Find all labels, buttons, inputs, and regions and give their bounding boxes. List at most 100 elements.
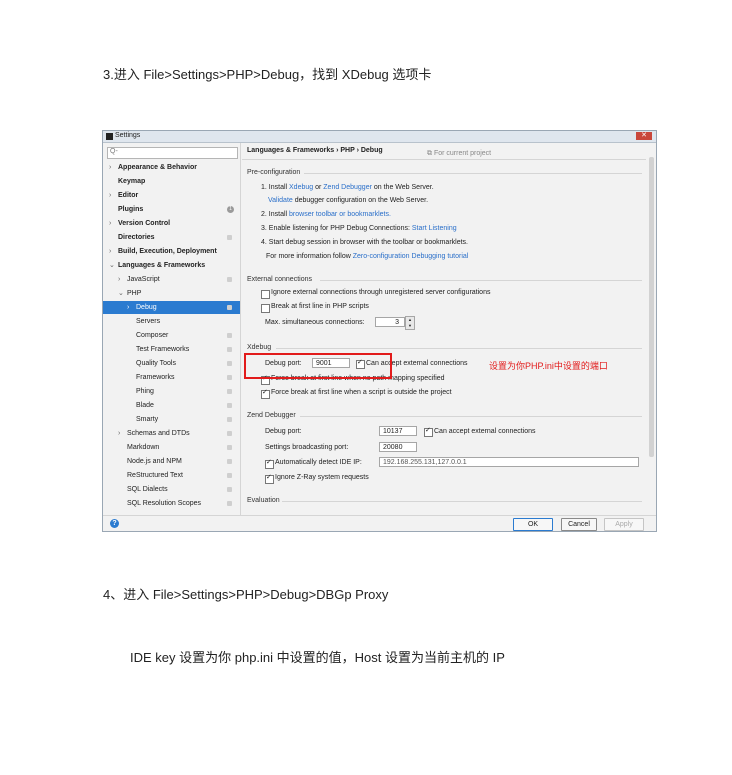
- preconfig-more: For more information follow Zero-configu…: [266, 253, 469, 260]
- zend-accept-checkbox[interactable]: [424, 426, 433, 437]
- sidebar-item-composer[interactable]: Composer: [103, 329, 240, 342]
- sidebar-item-label: Directories: [118, 234, 155, 241]
- sidebar-item-editor[interactable]: › Editor: [103, 189, 240, 202]
- zend-title: Zend Debugger: [247, 412, 296, 419]
- dialog-footer: ? OK Cancel Apply: [103, 515, 656, 531]
- sidebar-item-label: Frameworks: [136, 374, 175, 381]
- zend-debugger-link[interactable]: Zend Debugger: [323, 184, 372, 191]
- sidebar-item-smarty[interactable]: Smarty: [103, 413, 240, 426]
- toolbar-link[interactable]: browser toolbar or bookmarklets.: [289, 211, 391, 218]
- ok-button[interactable]: OK: [513, 518, 553, 531]
- close-button[interactable]: ✕: [636, 132, 652, 140]
- broadcast-port-input[interactable]: 20080: [379, 442, 417, 452]
- window-title: Settings: [115, 132, 141, 139]
- zend-port-label: Debug port:: [265, 428, 302, 435]
- sidebar-item-node-js-and-npm[interactable]: Node.js and NPM: [103, 455, 240, 468]
- sidebar-item-markdown[interactable]: Markdown: [103, 441, 240, 454]
- external-title: External connections: [247, 276, 312, 283]
- ide-ip-input[interactable]: 192.168.255.131,127.0.0.1: [379, 457, 639, 467]
- search-input[interactable]: Q-: [107, 147, 238, 159]
- preconfig-step3: 3. Enable listening for PHP Debug Connec…: [261, 225, 457, 232]
- sidebar-item-schemas-and-dtds[interactable]: › Schemas and DTDs: [103, 427, 240, 440]
- project-scope-icon: [227, 431, 232, 436]
- evaluation-title: Evaluation: [247, 497, 280, 504]
- sidebar-item-debug[interactable]: › Debug: [103, 301, 240, 314]
- chevron-right-icon[interactable]: ›: [109, 217, 111, 230]
- ignore-zray-checkbox[interactable]: [265, 473, 274, 484]
- apply-button[interactable]: Apply: [604, 518, 644, 531]
- sidebar-item-test-frameworks[interactable]: Test Frameworks: [103, 343, 240, 356]
- project-scope-icon: [227, 305, 232, 310]
- sidebar-item-label: Phing: [136, 388, 154, 395]
- cancel-button[interactable]: Cancel: [561, 518, 597, 531]
- sidebar-item-label: Build, Execution, Deployment: [118, 248, 217, 255]
- max-connections-spinner[interactable]: ▲ ▼: [405, 316, 415, 330]
- sidebar-item-keymap[interactable]: Keymap: [103, 175, 240, 188]
- chevron-right-icon[interactable]: ›: [118, 273, 120, 286]
- sidebar-item-label: Servers: [136, 318, 161, 325]
- chevron-right-icon[interactable]: ›: [109, 189, 111, 202]
- preconfig-title: Pre-configuration: [247, 169, 301, 176]
- sidebar-item-label: Node.js and NPM: [127, 458, 182, 465]
- sidebar-item-label: Keymap: [118, 178, 146, 185]
- sidebar-item-label: ReStructured Text: [127, 472, 183, 479]
- sidebar-item-sql-dialects[interactable]: SQL Dialects: [103, 483, 240, 496]
- project-scope-icon: [227, 417, 232, 422]
- validate-link[interactable]: Validate: [268, 197, 293, 204]
- window-titlebar: Settings ✕: [103, 131, 656, 143]
- sidebar-item-label: Composer: [136, 332, 169, 339]
- sidebar-item-label: Debug: [136, 304, 157, 311]
- max-connections-label: Max. simultaneous connections:: [265, 319, 365, 326]
- max-connections-input[interactable]: 3: [375, 317, 405, 327]
- debug-port-highlight: [244, 353, 392, 379]
- project-scope-icon: [227, 473, 232, 478]
- chevron-down-icon[interactable]: ⌄: [118, 287, 124, 300]
- project-scope-icon: [227, 347, 232, 352]
- sidebar-item-frameworks[interactable]: Frameworks: [103, 371, 240, 384]
- project-scope-icon: [227, 333, 232, 338]
- project-scope-icon: [227, 235, 232, 240]
- help-button[interactable]: ?: [110, 519, 119, 528]
- project-scope-icon: [227, 403, 232, 408]
- sidebar-item-sql-resolution-scopes[interactable]: SQL Resolution Scopes: [103, 497, 240, 510]
- tutorial-link[interactable]: Zero-configuration Debugging tutorial: [353, 253, 469, 260]
- sidebar-item-version-control[interactable]: › Version Control: [103, 217, 240, 230]
- sidebar-item-label: Blade: [136, 402, 154, 409]
- preconfig-step4: 4. Start debug session in browser with t…: [261, 239, 468, 246]
- break-first-line-checkbox[interactable]: [261, 304, 270, 313]
- sidebar-item-servers[interactable]: Servers: [103, 315, 240, 328]
- auto-ip-checkbox[interactable]: [265, 458, 274, 469]
- scrollbar[interactable]: [649, 157, 654, 457]
- sidebar-item-php[interactable]: ⌄ PHP: [103, 287, 240, 300]
- sidebar-item-appearance-behavior[interactable]: › Appearance & Behavior: [103, 161, 240, 174]
- project-scope-icon: [227, 389, 232, 394]
- start-listening-link[interactable]: Start Listening: [412, 225, 457, 232]
- sidebar-item-quality-tools[interactable]: Quality Tools: [103, 357, 240, 370]
- ignore-external-checkbox[interactable]: [261, 290, 270, 299]
- chevron-right-icon[interactable]: ›: [109, 245, 111, 258]
- project-scope-icon: [227, 501, 232, 506]
- sidebar-item-label: Test Frameworks: [136, 346, 190, 353]
- chevron-right-icon[interactable]: ›: [127, 301, 129, 314]
- project-scope-icon: [227, 459, 232, 464]
- sidebar-item-phing[interactable]: Phing: [103, 385, 240, 398]
- zend-port-input[interactable]: 10137: [379, 426, 417, 436]
- sidebar-item-plugins[interactable]: Plugins 1: [103, 203, 240, 216]
- sidebar-item-build-execution-deployment[interactable]: › Build, Execution, Deployment: [103, 245, 240, 258]
- sidebar-item-languages-frameworks[interactable]: ⌄ Languages & Frameworks: [103, 259, 240, 272]
- sidebar-item-label: Languages & Frameworks: [118, 262, 206, 269]
- sidebar-item-blade[interactable]: Blade: [103, 399, 240, 412]
- sidebar-item-directories[interactable]: Directories: [103, 231, 240, 244]
- force-break-outside-checkbox[interactable]: [261, 388, 270, 399]
- project-scope-icon: [227, 361, 232, 366]
- chevron-down-icon[interactable]: ⌄: [109, 259, 115, 272]
- sidebar-item-javascript[interactable]: › JavaScript: [103, 273, 240, 286]
- step3-text: 3.进入 File>Settings>PHP>Debug，找到 XDebug 选…: [103, 67, 432, 82]
- ignore-zray-label: Ignore Z-Ray system requests: [275, 474, 369, 481]
- chevron-right-icon[interactable]: ›: [118, 427, 120, 440]
- sidebar-item-label: Version Control: [118, 220, 171, 227]
- chevron-right-icon[interactable]: ›: [109, 161, 111, 174]
- xdebug-link[interactable]: Xdebug: [289, 184, 313, 191]
- sidebar-item-restructured-text[interactable]: ReStructured Text: [103, 469, 240, 482]
- force-break-outside-label: Force break at first line when a script …: [271, 389, 452, 396]
